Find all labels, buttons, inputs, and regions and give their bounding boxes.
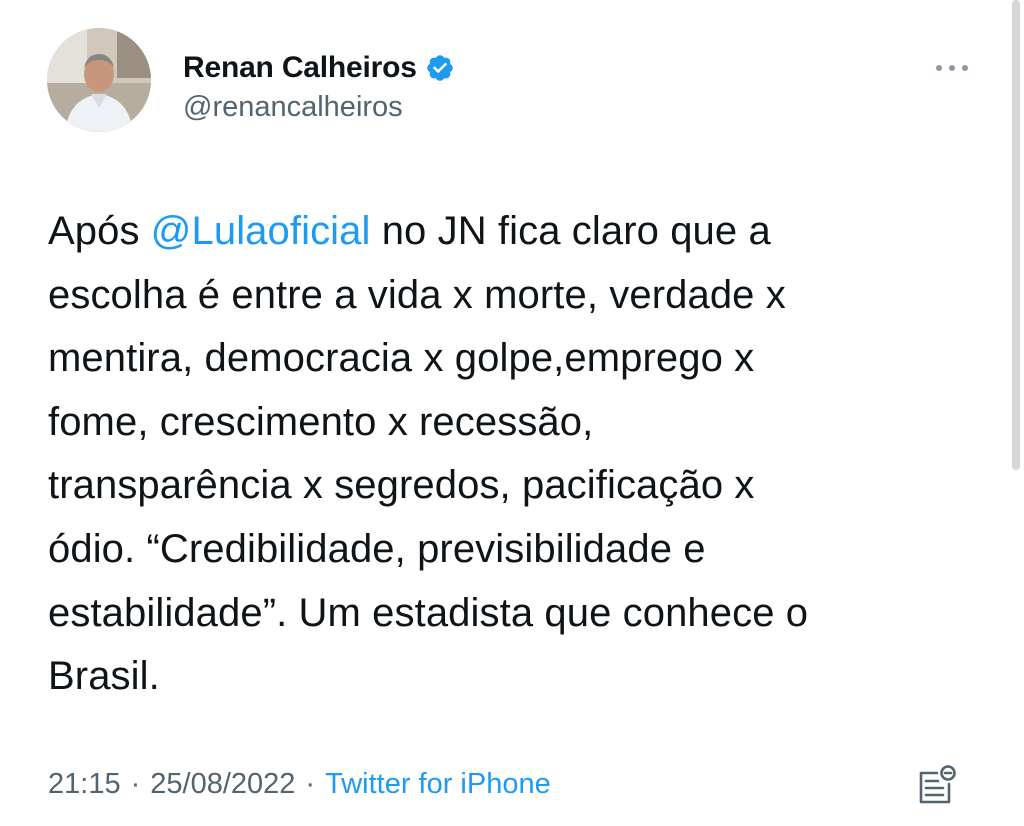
tweet-text-line: Após @Lulaoficial no JN fica claro que a [48, 200, 993, 264]
more-dot [936, 65, 942, 71]
tweet-text-line: ódio. “Credibilidade, previsibilidade e [48, 526, 706, 571]
tweet-text-line: transparência x segredos, pacificação x [48, 463, 755, 508]
meta-separator: · [305, 767, 316, 800]
mention-link[interactable]: @Lulaoficial [151, 209, 371, 253]
avatar-image [47, 28, 151, 132]
more-dot [949, 65, 955, 71]
tweet-text-line: escolha é entre a vida x morte, verdade … [48, 272, 786, 317]
scrollbar[interactable] [1012, 0, 1020, 470]
author-display-name[interactable]: Renan Calheiros [183, 51, 417, 85]
tweet-text-line: estabilidade”. Um estadista que conhece … [48, 590, 809, 635]
tweet: Renan Calheiros @renancalheiros Após @Lu… [0, 0, 1024, 826]
tweet-date[interactable]: 25/08/2022 [150, 768, 295, 801]
tweet-text-fragment: no JN fica claro que a [370, 209, 771, 253]
tweet-analytics-icon[interactable] [913, 762, 961, 810]
tweet-time[interactable]: 21:15 [48, 768, 121, 801]
more-dot [962, 65, 968, 71]
author-handle[interactable]: @renancalheiros [183, 91, 403, 124]
tweet-text: Após @Lulaoficial no JN fica claro que a… [48, 200, 993, 709]
tweet-text-fragment: Após [48, 209, 151, 253]
tweet-source-link[interactable]: Twitter for iPhone [325, 768, 551, 801]
meta-separator: · [130, 767, 141, 800]
tweet-text-line: fome, crescimento x recessão, [48, 399, 594, 444]
author-row: Renan Calheiros [183, 48, 455, 88]
tweet-text-line: mentira, democracia x golpe,emprego x [48, 336, 755, 381]
tweet-meta: 21:15 · 25/08/2022 · Twitter for iPhone [48, 764, 551, 804]
more-options-icon[interactable] [930, 52, 974, 84]
tweet-text-line: Brasil. [48, 654, 160, 699]
verified-badge-icon [426, 55, 453, 81]
analytics-glyph [919, 765, 956, 804]
avatar[interactable] [47, 28, 151, 132]
